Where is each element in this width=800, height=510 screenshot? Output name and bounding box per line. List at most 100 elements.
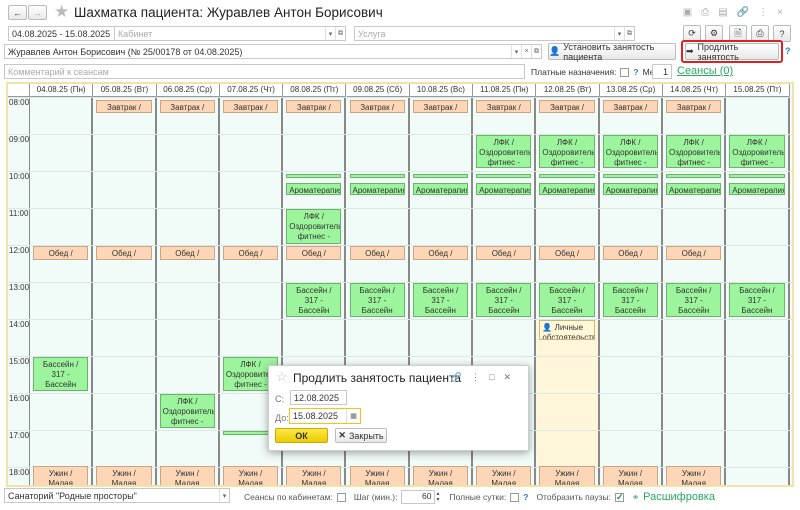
extend-busy-button[interactable]: ➡ Продлить занятость — [685, 42, 779, 62]
event-dinner[interactable]: Ужин / Малая столовая — [159, 466, 215, 485]
event-pool[interactable]: Бассейн / 317 - Бассейн плавательный — [412, 283, 469, 317]
sessions-link[interactable]: Сеансы (0) — [677, 65, 733, 77]
event-breakfast[interactable]: Завтрак / Малая столовая — [412, 99, 469, 114]
dropdown-icon[interactable]: ▾ — [325, 27, 335, 40]
event-breakfast[interactable]: Завтрак / Малая столовая — [349, 99, 405, 114]
paid-checkbox[interactable] — [620, 67, 630, 77]
event-breakfast[interactable]: Завтрак / Малая столовая — [539, 99, 595, 114]
sanatorium-field[interactable]: Санаторий "Родные просторы" ▾ — [4, 488, 230, 503]
event-aroma[interactable]: Ароматерапия — [286, 183, 342, 196]
full-day-checkbox[interactable] — [510, 492, 520, 502]
save-icon[interactable]: ▣ — [683, 7, 701, 18]
ok-button[interactable]: ОК — [275, 428, 328, 443]
event-lfk[interactable]: ЛФК / Оздоровительный фитнес - ЛФК — [476, 135, 532, 169]
step-spinner[interactable]: ▴ ▾ — [436, 491, 439, 503]
event-dinner[interactable]: Ужин / Малая столовая — [349, 466, 405, 485]
from-date-field[interactable]: 12.08.2025 — [290, 390, 347, 405]
event-breakfast[interactable]: Завтрак / Малая столовая — [476, 99, 532, 114]
event-breakfast[interactable]: Завтрак / Малая столовая — [602, 99, 658, 114]
day-column[interactable] — [30, 97, 94, 485]
show-pauses-checkbox[interactable]: ✓ — [614, 492, 624, 502]
event-lunch[interactable]: Обед / Малая столовая — [33, 246, 89, 260]
event-session[interactable] — [349, 173, 405, 178]
event-dinner[interactable]: Ужин / Малая столовая — [33, 466, 89, 485]
open-icon[interactable]: ⧉ — [624, 27, 634, 40]
event-breakfast[interactable]: Завтрак / Малая столовая — [286, 99, 342, 114]
comment-field[interactable]: Комментарий к сеансам — [4, 64, 525, 79]
event-dinner[interactable]: Ужин / Малая столовая — [222, 466, 279, 485]
event-lunch[interactable]: Обед / Малая столовая — [539, 246, 595, 260]
event-breakfast[interactable]: Завтрак / Малая столовая — [222, 99, 279, 114]
event-aroma[interactable]: Ароматерапия — [412, 183, 469, 196]
event-pool[interactable]: Бассейн / 317 - Бассейн плавательный — [729, 283, 785, 317]
dropdown-icon[interactable]: ▾ — [511, 45, 521, 58]
clear-icon[interactable]: × — [521, 45, 531, 58]
event-aroma[interactable]: Ароматерапия — [539, 183, 595, 196]
event-dinner[interactable]: Ужин / Малая столовая — [666, 466, 722, 485]
event-lunch[interactable]: Обед / Малая столовая — [349, 246, 405, 260]
event-session[interactable] — [476, 173, 532, 178]
open-icon[interactable]: ⧉ — [335, 27, 345, 40]
dropdown-icon[interactable]: ▾ — [614, 27, 624, 40]
event-lfk[interactable]: ЛФК / Оздоровительный фитнес - ЛФК — [666, 135, 722, 169]
event-personal[interactable]: 👤 Личные обстоятельства — [539, 320, 595, 341]
event-session[interactable] — [666, 173, 722, 178]
event-dinner[interactable]: Ужин / Малая столовая — [476, 466, 532, 485]
event-lfk[interactable]: ЛФК / Оздоровительный фитнес - ЛФК — [159, 394, 215, 428]
event-pool[interactable]: Бассейн / 317 - Бассейн плавательный — [286, 283, 342, 317]
event-dinner[interactable]: Ужин / Малая столовая — [539, 466, 595, 485]
event-lunch[interactable]: Обед / Малая столовая — [412, 246, 469, 260]
maximize-icon[interactable]: □ — [489, 372, 503, 382]
event-lunch[interactable]: Обед / Малая столовая — [222, 246, 279, 260]
event-pool[interactable]: Бассейн / 317 - Бассейн плавательный — [666, 283, 722, 317]
forward-button[interactable]: → — [28, 5, 47, 20]
patient-field[interactable]: Журавлев Антон Борисович (№ 25/00178 от … — [4, 44, 542, 59]
event-session[interactable] — [286, 173, 342, 178]
service-field[interactable]: Услуга ▾ ⧉ — [354, 26, 635, 41]
event-lunch[interactable]: Обед / Малая столовая — [666, 246, 722, 260]
more-icon[interactable]: ⋮ — [471, 372, 489, 382]
event-dinner[interactable]: Ужин / Малая столовая — [96, 466, 152, 485]
event-dinner[interactable]: Ужин / Малая столовая — [412, 466, 469, 485]
event-lfk[interactable]: ЛФК / Оздоровительный фитнес - ЛФК — [286, 209, 342, 244]
event-session[interactable] — [602, 173, 658, 178]
event-aroma[interactable]: Ароматерапия — [476, 183, 532, 196]
back-button[interactable]: ← — [8, 5, 27, 20]
favorite-star-icon[interactable]: ★ — [54, 2, 69, 22]
set-busy-button[interactable]: 👤 Установить занятость пациента — [548, 42, 676, 62]
event-breakfast[interactable]: Завтрак / Малая столовая — [666, 99, 722, 114]
event-lunch[interactable]: Обед / Малая столовая — [602, 246, 658, 260]
places-field[interactable]: 1 — [652, 64, 672, 79]
event-lunch[interactable]: Обед / Малая столовая — [159, 246, 215, 260]
link-icon[interactable]: 🔗 — [737, 7, 758, 18]
event-lunch[interactable]: Обед / Малая столовая — [286, 246, 342, 260]
event-breakfast[interactable]: Завтрак / Малая столовая — [159, 99, 215, 114]
event-aroma[interactable]: Ароматерапия — [349, 183, 405, 196]
cabinet-field[interactable]: Кабинет ▾ ⧉ — [114, 26, 346, 41]
event-pool[interactable]: Бассейн / 317 - Бассейн плавательный — [349, 283, 405, 317]
to-date-field[interactable]: 15.08.2025 ▦ — [289, 408, 361, 424]
event-dinner[interactable]: Ужин / Малая столовая — [286, 466, 342, 485]
more-icon[interactable]: ⋮ — [758, 7, 777, 18]
help-link[interactable]: ? — [785, 46, 791, 56]
event-breakfast[interactable]: Завтрак / Малая столовая — [96, 99, 152, 114]
step-field[interactable]: 60 — [401, 490, 436, 504]
by-cabinets-checkbox[interactable] — [336, 492, 346, 502]
open-icon[interactable]: ⧉ — [531, 45, 541, 58]
dropdown-icon[interactable]: ▾ — [219, 489, 229, 502]
help-link[interactable]: ? — [633, 67, 638, 77]
calendar-icon[interactable]: ▦ — [346, 409, 360, 423]
event-aroma[interactable]: Ароматерапия — [666, 183, 722, 196]
event-lunch[interactable]: Обед / Малая столовая — [476, 246, 532, 260]
event-session[interactable] — [539, 173, 595, 178]
event-lunch[interactable]: Обед / Малая столовая — [96, 246, 152, 260]
event-session[interactable] — [729, 173, 785, 178]
event-lfk[interactable]: ЛФК / Оздоровительный фитнес - ЛФК — [729, 135, 785, 169]
event-pool[interactable]: Бассейн / 317 - Бассейн плавательный — [33, 357, 89, 391]
event-pool[interactable]: Бассейн / 317 - Бассейн плавательный — [602, 283, 658, 317]
decode-link[interactable]: Расшифровка — [643, 491, 715, 503]
link-icon[interactable]: 🔗 — [451, 372, 471, 382]
event-aroma[interactable]: Ароматерапия — [602, 183, 658, 196]
event-session[interactable] — [412, 173, 469, 178]
event-lfk[interactable]: ЛФК / Оздоровительный фитнес - ЛФК — [602, 135, 658, 169]
